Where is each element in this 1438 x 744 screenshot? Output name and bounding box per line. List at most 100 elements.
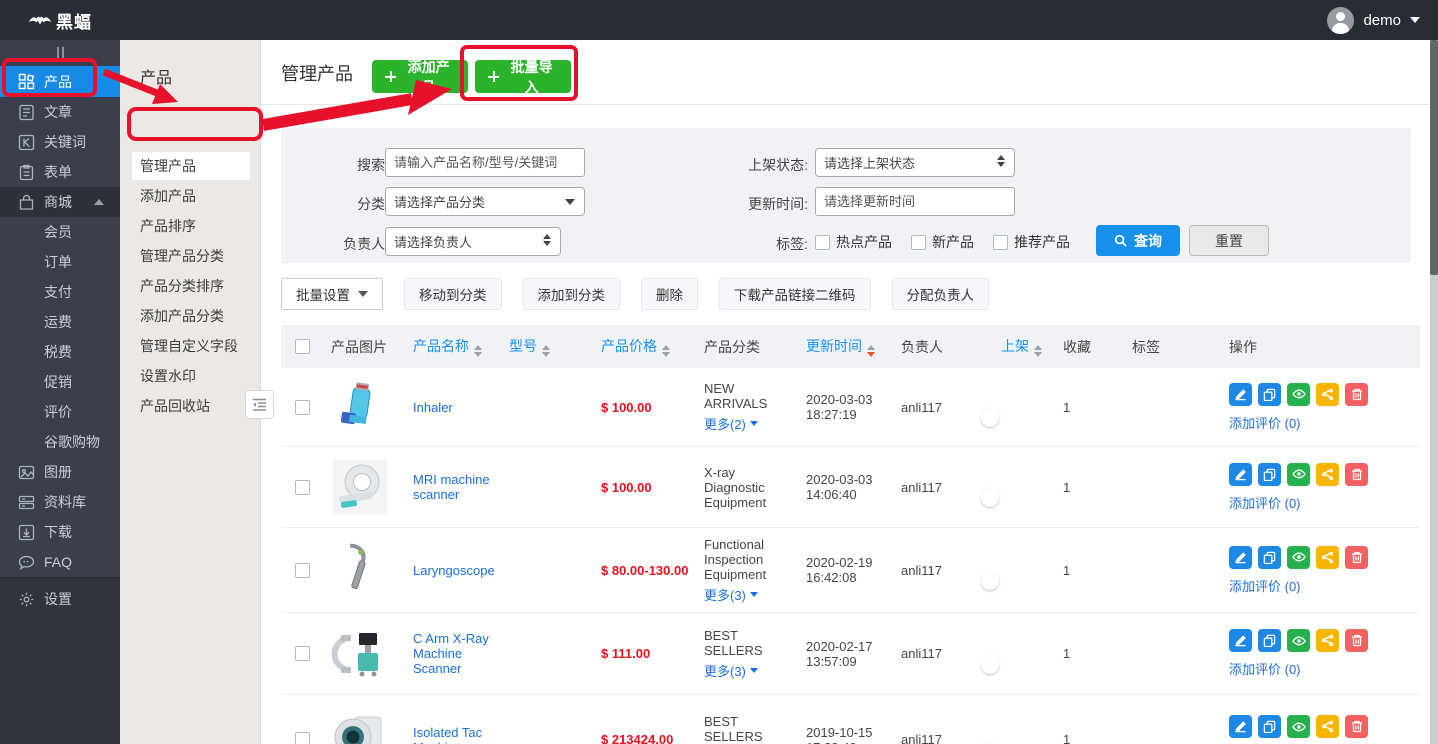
panel-item-manage-categories[interactable]: 管理产品分类 [132,242,250,270]
tag-checkbox-new[interactable]: 新产品 [911,232,974,252]
row-checkbox[interactable] [295,732,310,744]
query-button[interactable]: 查询 [1096,225,1180,256]
delete-row-button[interactable] [1345,546,1368,569]
add-review-link[interactable]: 添加评价 (0) [1229,576,1301,595]
user-menu[interactable]: demo [1327,0,1420,40]
add-review-link[interactable]: 添加评价 (0) [1229,413,1301,432]
sidebar-item-articles[interactable]: 文章 [0,97,120,127]
sidebar-item-products[interactable]: 产品 [0,66,120,97]
move-to-category-button[interactable]: 移动到分类 [404,278,502,310]
product-name-link[interactable]: Isolated Tac Machine [413,725,482,744]
sidebar-item-payments[interactable]: 支付 [0,277,120,307]
product-thumbnail-c-arm[interactable] [331,625,389,683]
delete-button[interactable]: 删除 [641,278,698,310]
category-select[interactable]: 请选择产品分类 [385,187,585,216]
sidebar-item-gallery[interactable]: 图册 [0,457,120,487]
view-button[interactable] [1287,383,1310,406]
row-checkbox[interactable] [295,563,310,578]
panel-item-add-category[interactable]: 添加产品分类 [132,302,250,330]
share-button[interactable] [1316,715,1339,738]
sidebar-collapse-handle[interactable] [0,40,120,66]
add-review-link[interactable]: 添加评价 (0) [1229,493,1301,512]
product-thumbnail-inhaler[interactable] [331,378,389,436]
copy-button[interactable] [1258,715,1281,738]
reset-button[interactable]: 重置 [1189,225,1269,256]
tag-checkbox-recommended[interactable]: 推荐产品 [993,232,1070,252]
row-checkbox[interactable] [295,480,310,495]
sidebar-item-promotions[interactable]: 促销 [0,367,120,397]
panel-item-recycle-bin[interactable]: 产品回收站 [132,392,250,420]
more-categories-link[interactable]: 更多(3) [704,585,758,604]
sidebar-item-google-shopping[interactable]: 谷歌购物 [0,427,120,457]
panel-item-watermark[interactable]: 设置水印 [132,362,250,390]
sidebar-item-keywords[interactable]: 关键词 [0,127,120,157]
edit-button[interactable] [1229,383,1252,406]
sidebar-item-members[interactable]: 会员 [0,217,120,247]
panel-item-manage-products[interactable]: 管理产品 [132,152,250,180]
delete-row-button[interactable] [1345,383,1368,406]
share-button[interactable] [1316,383,1339,406]
product-name-link[interactable]: MRI machine scanner [413,472,490,502]
panel-item-custom-fields[interactable]: 管理自定义字段 [132,332,250,360]
more-categories-link[interactable]: 更多(2) [704,414,758,433]
row-checkbox[interactable] [295,400,310,415]
sidebar-item-tax[interactable]: 税费 [0,337,120,367]
sidebar-item-library[interactable]: 资料库 [0,487,120,517]
add-to-category-button[interactable]: 添加到分类 [523,278,621,310]
panel-item-product-sort[interactable]: 产品排序 [132,212,250,240]
copy-button[interactable] [1258,383,1281,406]
share-button[interactable] [1316,463,1339,486]
col-header-price[interactable]: 产品价格 [601,336,704,357]
panel-collapse-button[interactable] [245,390,274,419]
view-button[interactable] [1287,463,1310,486]
bulk-import-button[interactable]: 批量导入 [475,60,571,93]
assign-owner-button[interactable]: 分配负责人 [892,278,990,310]
col-header-name[interactable]: 产品名称 [413,336,509,357]
delete-row-button[interactable] [1345,463,1368,486]
sidebar-item-reviews[interactable]: 评价 [0,397,120,427]
delete-row-button[interactable] [1345,715,1368,738]
col-header-on-shelf[interactable]: 上架 [1001,336,1063,357]
product-name-link[interactable]: Laryngoscope [413,563,495,578]
panel-item-add-product[interactable]: 添加产品 [132,182,250,210]
delete-row-button[interactable] [1345,629,1368,652]
edit-button[interactable] [1229,629,1252,652]
download-qr-button[interactable]: 下载产品链接二维码 [719,278,871,310]
copy-button[interactable] [1258,546,1281,569]
add-review-link[interactable]: 添加评价 (0) [1229,659,1301,678]
product-thumbnail-ct[interactable] [331,711,389,744]
page-scrollbar-thumb[interactable] [1430,40,1438,275]
sidebar-item-faq[interactable]: FAQ [0,547,120,577]
sidebar-item-settings[interactable]: 设置 [0,584,120,614]
share-button[interactable] [1316,546,1339,569]
row-checkbox[interactable] [295,646,310,661]
edit-button[interactable] [1229,715,1252,738]
view-button[interactable] [1287,546,1310,569]
edit-button[interactable] [1229,546,1252,569]
view-button[interactable] [1287,715,1310,738]
product-thumbnail-mri[interactable] [331,458,389,516]
view-button[interactable] [1287,629,1310,652]
col-header-update-time[interactable]: 更新时间 [806,336,901,357]
edit-button[interactable] [1229,463,1252,486]
sidebar-item-forms[interactable]: 表单 [0,157,120,187]
sidebar-item-mall[interactable]: 商城 [0,187,120,217]
select-all-checkbox[interactable] [295,339,310,354]
product-thumbnail-laryngoscope[interactable] [331,541,389,599]
status-select[interactable]: 请选择上架状态 [815,148,1015,177]
copy-button[interactable] [1258,463,1281,486]
add-product-button[interactable]: 添加产品 [372,60,468,93]
update-time-input[interactable] [815,187,1015,216]
panel-item-category-sort[interactable]: 产品分类排序 [132,272,250,300]
copy-button[interactable] [1258,629,1281,652]
sidebar-item-downloads[interactable]: 下载 [0,517,120,547]
product-name-link[interactable]: Inhaler [413,400,453,415]
tag-checkbox-hot[interactable]: 热点产品 [815,232,892,252]
more-categories-link[interactable]: 更多(3) [704,661,758,680]
owner-select[interactable]: 请选择负责人 [385,227,561,256]
product-name-link[interactable]: C Arm X-Ray Machine Scanner [413,631,489,676]
share-button[interactable] [1316,629,1339,652]
sidebar-item-orders[interactable]: 订单 [0,247,120,277]
bulk-settings-button[interactable]: 批量设置 [281,278,383,310]
sidebar-item-shipping[interactable]: 运费 [0,307,120,337]
